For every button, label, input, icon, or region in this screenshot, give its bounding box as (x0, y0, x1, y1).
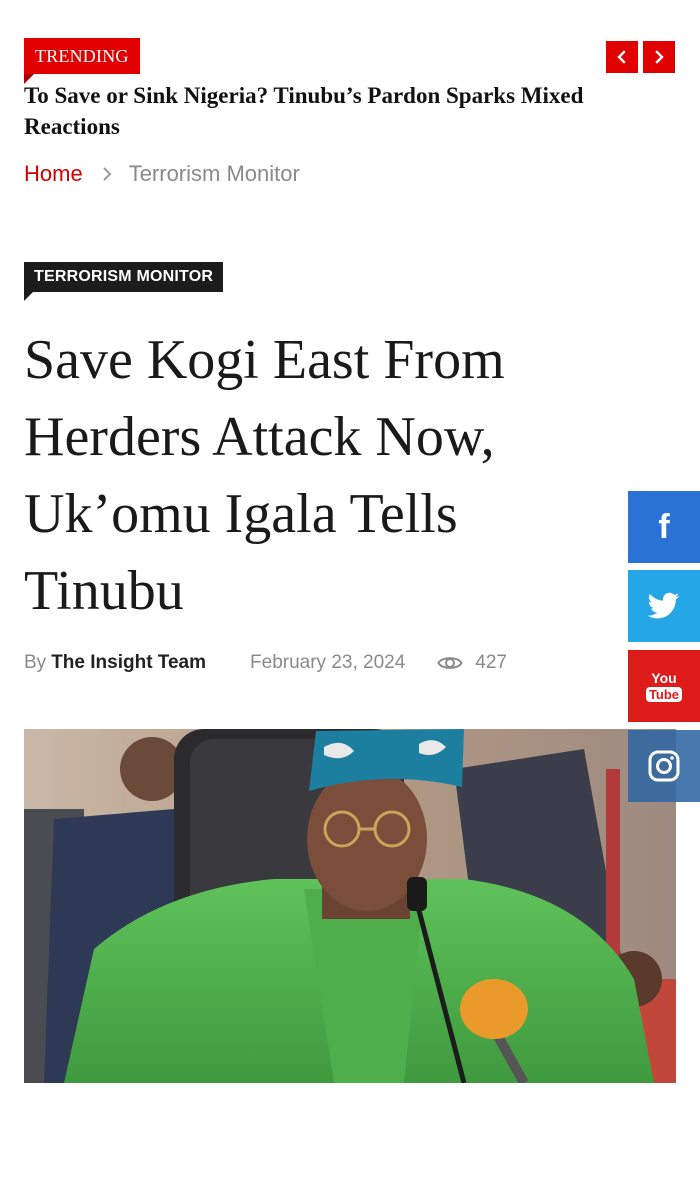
instagram-share-button[interactable] (628, 730, 700, 802)
facebook-share-button[interactable]: f (628, 491, 700, 563)
publish-date: February 23, 2024 (250, 652, 406, 673)
view-count-value: 427 (475, 652, 507, 673)
article-hero-image (24, 729, 676, 1083)
twitter-icon (648, 592, 680, 619)
eye-icon (437, 657, 463, 669)
facebook-icon: f (658, 508, 670, 546)
trending-headline-link[interactable]: To Save or Sink Nigeria? Tinubu’s Pardon… (24, 80, 664, 142)
trending-next-button[interactable] (643, 41, 675, 73)
article-meta: By The Insight Team February 23, 2024 42… (24, 650, 507, 676)
breadcrumb-chevron-icon (101, 165, 113, 183)
byline-label: By (24, 652, 47, 673)
youtube-share-button[interactable]: You Tube (628, 650, 700, 722)
chevron-left-icon (617, 50, 626, 64)
category-badge[interactable]: TERRORISM MONITOR (24, 262, 224, 301)
author-link[interactable]: The Insight Team (51, 652, 206, 674)
twitter-share-button[interactable] (628, 570, 700, 642)
breadcrumb-home-link[interactable]: Home (24, 161, 83, 187)
chevron-right-icon (655, 50, 664, 64)
view-count: 427 (437, 652, 507, 674)
instagram-icon (648, 750, 680, 782)
breadcrumb-current: Terrorism Monitor (128, 161, 300, 186)
breadcrumb: Home Terrorism Monitor (24, 158, 300, 190)
trending-prev-button[interactable] (606, 41, 638, 73)
youtube-icon-top: You (651, 669, 677, 686)
youtube-icon-bottom: Tube (645, 686, 683, 702)
article-title: Save Kogi East From Herders Attack Now, … (24, 329, 505, 622)
youtube-icon: You Tube (645, 669, 683, 702)
trending-label: TRENDING (24, 38, 140, 84)
